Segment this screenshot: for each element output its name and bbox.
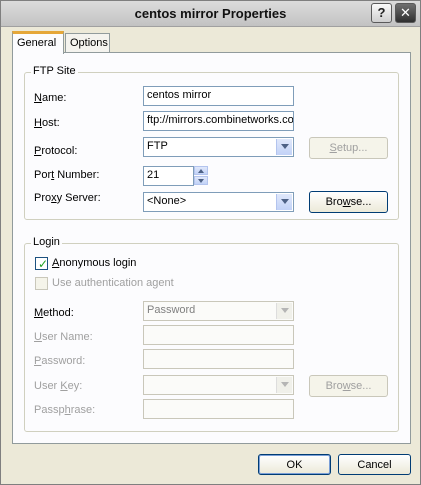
chevron-down-icon[interactable] (276, 194, 292, 210)
close-button[interactable]: ✕ (395, 3, 416, 23)
user-name-label: User Name: (34, 331, 93, 343)
passphrase-label: Passphrase: (34, 404, 96, 416)
help-button[interactable]: ? (371, 3, 392, 23)
login-legend: Login (31, 236, 62, 248)
proxy-select[interactable]: <None> (143, 192, 294, 212)
check-icon: ✓ (38, 257, 49, 271)
proxy-value: <None> (147, 195, 187, 207)
method-value: Password (147, 304, 196, 316)
passphrase-field[interactable] (143, 399, 294, 419)
properties-dialog: centos mirror Properties ? ✕ General Opt… (0, 0, 421, 485)
proxy-browse-button[interactable]: Browse... (309, 191, 388, 213)
title-bar[interactable]: centos mirror Properties ? ✕ (1, 1, 420, 27)
method-select[interactable]: Password (143, 301, 294, 321)
setup-button[interactable]: Setup... (309, 137, 388, 159)
window-title: centos mirror Properties (134, 6, 287, 21)
user-key-browse-button[interactable]: Browse... (309, 375, 388, 397)
user-name-field[interactable] (143, 325, 294, 345)
tab-general-label: General (17, 37, 57, 49)
chevron-down-icon[interactable] (276, 303, 292, 319)
name-label: Name: (34, 92, 67, 104)
method-label: Method: (34, 307, 74, 319)
user-key-label: User Key: (34, 380, 83, 392)
port-field[interactable]: 21 (143, 166, 194, 186)
proxy-label: Proxy Server: (34, 192, 101, 204)
host-field[interactable]: ftp://mirrors.combinetworks.com (143, 111, 294, 131)
name-field[interactable]: centos mirror (143, 86, 294, 106)
chevron-down-icon[interactable] (276, 377, 292, 393)
spin-down-icon[interactable] (194, 176, 208, 185)
anonymous-login-label: Anonymous login (52, 257, 137, 269)
auth-agent-checkbox[interactable] (35, 277, 48, 290)
auth-agent-label: Use authentication agent (52, 277, 174, 289)
host-label: Host: (34, 117, 60, 129)
port-label: Port Number: (34, 169, 100, 181)
general-panel: FTP Site Name: centos mirror Host: ftp:/… (12, 52, 411, 444)
cancel-button[interactable]: Cancel (338, 454, 411, 475)
port-spinner[interactable] (194, 166, 208, 186)
protocol-value: FTP (147, 140, 168, 152)
ok-button[interactable]: OK (258, 454, 331, 475)
ftp-site-legend: FTP Site (31, 65, 78, 77)
user-key-select[interactable] (143, 375, 294, 395)
password-field[interactable] (143, 349, 294, 369)
anonymous-login-checkbox[interactable]: ✓ (35, 257, 49, 271)
spin-up-icon[interactable] (194, 166, 208, 175)
chevron-down-icon[interactable] (276, 139, 292, 155)
tab-general[interactable]: General (12, 31, 64, 54)
password-label: Password: (34, 355, 86, 367)
tab-options-label: Options (70, 37, 108, 49)
protocol-select[interactable]: FTP (143, 137, 294, 157)
protocol-label: Protocol: (34, 145, 78, 157)
tab-options[interactable]: Options (65, 33, 110, 53)
